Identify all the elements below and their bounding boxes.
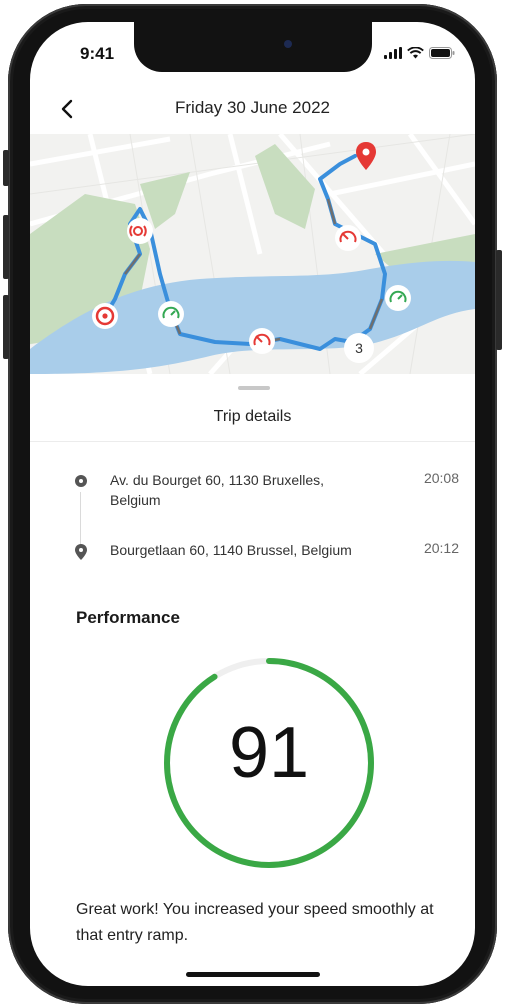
harsh-braking-marker[interactable]	[127, 218, 153, 244]
nav-bar: Friday 30 June 2022	[30, 92, 475, 130]
harsh-acceleration-marker[interactable]	[335, 225, 361, 251]
wifi-icon	[407, 46, 424, 64]
performance-message: Great work! You increased your speed smo…	[76, 901, 434, 944]
home-indicator[interactable]	[186, 972, 320, 977]
page-title: Friday 30 June 2022	[175, 98, 330, 117]
start-marker[interactable]	[92, 303, 118, 329]
trip-map[interactable]: 3	[30, 134, 475, 374]
smooth-driving-marker[interactable]	[385, 285, 411, 311]
destination-address: Bourgetlaan 60, 1140 Brussel, Belgium	[110, 542, 352, 558]
power-button	[496, 250, 502, 350]
route-stop-origin[interactable]: Av. du Bourget 60, 1130 Bruxelles, Belgi…	[74, 470, 459, 540]
route-stops: Av. du Bourget 60, 1130 Bruxelles, Belgi…	[74, 470, 459, 610]
origin-dot-icon	[75, 475, 87, 487]
signal-icon	[384, 46, 402, 64]
sheet-drag-handle[interactable]	[238, 386, 270, 390]
event-cluster-count: 3	[355, 340, 363, 356]
harsh-acceleration-marker[interactable]	[249, 328, 275, 354]
origin-address: Av. du Bourget 60, 1130 Bruxelles, Belgi…	[110, 472, 325, 508]
volume-down-button	[3, 295, 9, 359]
destination-time: 20:12	[423, 540, 459, 556]
sheet-title: Trip details	[213, 408, 292, 425]
volume-up-button	[3, 215, 9, 279]
route-stop-destination[interactable]: Bourgetlaan 60, 1140 Brussel, Belgium 20…	[74, 540, 459, 610]
battery-icon	[429, 46, 455, 64]
status-time: 9:41	[80, 44, 115, 63]
performance-score: 91	[228, 713, 310, 793]
destination-pin-icon	[75, 544, 87, 560]
camera-icon	[284, 40, 292, 48]
performance-title: Performance	[76, 608, 180, 627]
event-cluster-marker[interactable]: 3	[344, 333, 374, 363]
divider	[30, 441, 475, 442]
origin-time: 20:08	[423, 470, 459, 486]
notch	[134, 22, 372, 72]
status-icons	[384, 46, 455, 64]
mute-switch	[3, 150, 9, 186]
smooth-driving-marker[interactable]	[158, 301, 184, 327]
app-screen: 9:41 Friday 30 June 2022 3 Trip details …	[30, 22, 475, 986]
